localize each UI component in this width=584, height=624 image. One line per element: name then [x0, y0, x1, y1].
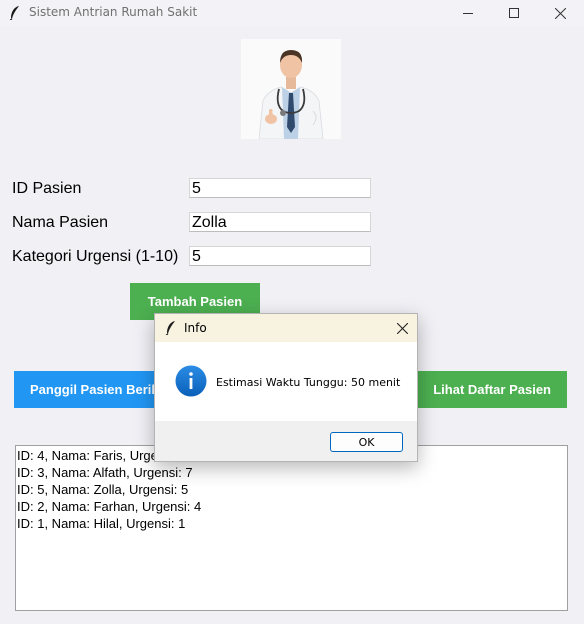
list-item[interactable]: ID: 2, Nama: Farhan, Urgensi: 4: [16, 498, 567, 515]
dialog-footer: OK: [155, 421, 417, 461]
kategori-urgensi-label: Kategori Urgensi (1-10): [12, 248, 179, 265]
nama-pasien-label: Nama Pasien: [12, 214, 109, 231]
doctor-image: [241, 39, 341, 139]
dialog-message: Estimasi Waktu Tunggu: 50 menit: [216, 376, 401, 389]
feather-icon: [165, 321, 175, 335]
list-item[interactable]: ID: 5, Nama: Zolla, Urgensi: 5: [16, 481, 567, 498]
nama-pasien-input[interactable]: Zolla: [189, 212, 371, 232]
patient-queue-list[interactable]: ID: 4, Nama: Faris, Urgensi: 9 ID: 3, Na…: [15, 445, 568, 611]
info-dialog: Info Estimasi Waktu Tunggu: 50 menit OK: [154, 313, 418, 462]
dialog-title-bar: Info: [155, 314, 417, 342]
dialog-title: Info: [184, 321, 207, 335]
window-title: Sistem Antrian Rumah Sakit: [29, 5, 198, 19]
minimize-icon: [463, 13, 473, 14]
close-button[interactable]: [537, 0, 583, 26]
title-bar: Sistem Antrian Rumah Sakit: [0, 0, 584, 26]
feather-icon: [9, 6, 19, 20]
kategori-urgensi-input[interactable]: 5: [189, 246, 371, 266]
list-item[interactable]: ID: 3, Nama: Alfath, Urgensi: 7: [16, 464, 567, 481]
close-icon: [554, 7, 566, 19]
list-item[interactable]: ID: 1, Nama: Hilal, Urgensi: 1: [16, 515, 567, 532]
dialog-close-button[interactable]: [394, 320, 410, 336]
panggil-pasien-button[interactable]: Panggil Pasien Berikutnya: [14, 371, 156, 408]
minimize-button[interactable]: [445, 0, 491, 26]
lihat-daftar-pasien-button[interactable]: Lihat Daftar Pasien: [415, 371, 567, 408]
id-pasien-input[interactable]: 5: [189, 178, 371, 198]
maximize-icon: [509, 8, 519, 18]
id-pasien-label: ID Pasien: [12, 180, 82, 197]
info-icon: [175, 365, 207, 397]
ok-button[interactable]: OK: [330, 432, 403, 452]
maximize-button[interactable]: [491, 0, 537, 26]
close-icon: [396, 322, 408, 334]
